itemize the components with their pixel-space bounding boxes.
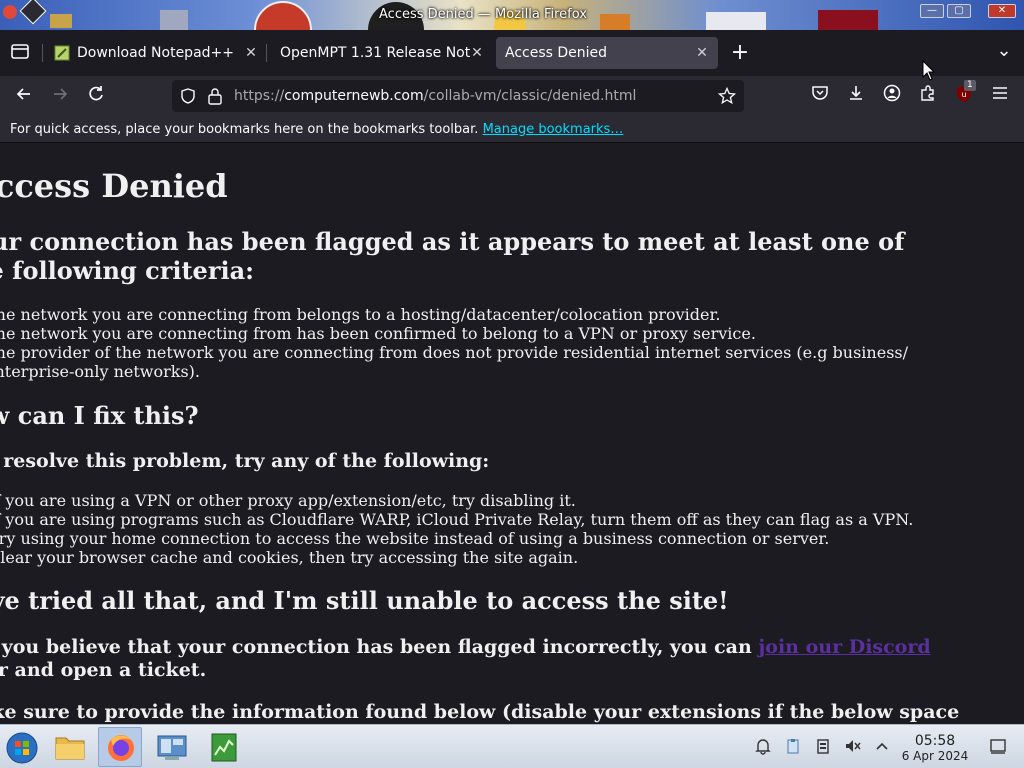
close-tab-icon[interactable]: ✕ bbox=[470, 37, 484, 69]
bookmarks-toolbar: For quick access, place your bookmarks h… bbox=[0, 116, 1024, 143]
clock-time: 05:58 bbox=[914, 733, 956, 749]
taskbar: 05:58 6 Apr 2024 bbox=[0, 724, 1024, 768]
forward-arrow-icon bbox=[54, 88, 68, 100]
tab-strip: Download Notepad++ v8. ✕ OpenMPT 1.31 Re… bbox=[0, 30, 1024, 76]
list-item: The provider of the network you are conn… bbox=[0, 343, 908, 362]
address-bar[interactable]: https://computernewb.com/collab-vm/class… bbox=[172, 80, 744, 112]
page-content: Access Denied Your connection has been f… bbox=[0, 143, 1024, 724]
taskbar-firefox[interactable] bbox=[98, 727, 142, 767]
clipboard-tray-icon[interactable] bbox=[784, 737, 802, 755]
volume-muted-icon[interactable] bbox=[844, 737, 862, 755]
close-tab-icon[interactable]: ✕ bbox=[695, 37, 709, 69]
criteria-list: The network you are connecting from belo… bbox=[0, 305, 925, 381]
taskbar-system-settings[interactable] bbox=[150, 727, 194, 767]
list-item: The network you are connecting from has … bbox=[0, 324, 756, 343]
url-text[interactable]: https://computernewb.com/collab-vm/class… bbox=[234, 88, 636, 104]
bookmarks-hint: For quick access, place your bookmarks h… bbox=[10, 122, 479, 137]
svg-text:u: u bbox=[961, 90, 966, 99]
list-item: The network you are connecting from belo… bbox=[0, 305, 721, 324]
start-button[interactable] bbox=[0, 727, 44, 767]
show-desktop-icon[interactable] bbox=[989, 737, 1007, 755]
still-text: If you believe that your connection has … bbox=[0, 636, 752, 658]
account-icon bbox=[883, 84, 901, 102]
new-tab-button[interactable]: + bbox=[728, 41, 752, 65]
app-menu-button[interactable] bbox=[988, 84, 1012, 108]
list-all-tabs-button[interactable]: ⌄ bbox=[992, 39, 1016, 63]
still-text-line2: server and open a ticket. bbox=[0, 659, 207, 681]
extension-badge: 1 bbox=[964, 80, 976, 91]
account-button[interactable] bbox=[880, 84, 904, 108]
back-button[interactable] bbox=[12, 84, 36, 108]
still-text-line1: If you believe that your connection has … bbox=[0, 636, 931, 659]
puzzle-icon bbox=[921, 85, 934, 101]
taskbar-clock[interactable]: 05:58 6 Apr 2024 bbox=[898, 733, 972, 764]
url-host: computernewb.com bbox=[284, 88, 424, 104]
flagged-heading: Your connection has been flagged as it a… bbox=[0, 227, 905, 285]
mouse-cursor-icon bbox=[922, 60, 936, 81]
list-item: Try using your home connection to access… bbox=[0, 529, 830, 548]
extensions-button[interactable] bbox=[916, 84, 940, 108]
tab-separator bbox=[266, 44, 267, 62]
clock-date: 6 Apr 2024 bbox=[901, 749, 969, 763]
navigation-bar: https://computernewb.com/collab-vm/class… bbox=[0, 76, 1024, 116]
manage-bookmarks-link[interactable]: Manage bookmarks… bbox=[483, 122, 624, 137]
folder-icon bbox=[55, 737, 85, 760]
url-path: /collab-vm/classic/denied.html bbox=[423, 88, 637, 104]
list-item: enterprise-only networks). bbox=[0, 362, 201, 381]
url-prefix: https:// bbox=[234, 88, 285, 104]
download-icon bbox=[850, 86, 862, 100]
fix-intro: To resolve this problem, try any of the … bbox=[0, 450, 490, 472]
fix-heading: How can I fix this? bbox=[0, 401, 199, 430]
tab-label: OpenMPT 1.31 Release Note bbox=[280, 45, 470, 61]
window-titlebar: Access Denied — Mozilla Firefox — ▢ ✕ bbox=[0, 0, 1024, 30]
reload-button[interactable] bbox=[84, 84, 108, 108]
firefox-view-icon[interactable] bbox=[8, 41, 32, 65]
tab-separator bbox=[42, 44, 43, 62]
list-item: If you are using a VPN or other proxy ap… bbox=[0, 491, 576, 510]
firefox-icon bbox=[108, 735, 134, 761]
bookmark-star-icon[interactable] bbox=[718, 87, 736, 105]
tab-label: Access Denied bbox=[505, 45, 608, 61]
tab-notepadpp[interactable]: Download Notepad++ v8. ✕ bbox=[48, 37, 262, 69]
pocket-icon bbox=[812, 86, 828, 100]
notifications-icon[interactable] bbox=[754, 737, 772, 755]
downloads-button[interactable] bbox=[844, 84, 868, 108]
show-hidden-icons-chevron-up-icon[interactable] bbox=[873, 737, 891, 755]
still-heading: I've tried all that, and I'm still unabl… bbox=[0, 586, 729, 615]
close-window-button[interactable]: ✕ bbox=[988, 4, 1016, 18]
hamburger-menu-icon bbox=[993, 87, 1007, 99]
back-arrow-icon bbox=[16, 88, 30, 100]
tracking-protection-shield-icon[interactable] bbox=[180, 88, 196, 104]
taskbar-task-manager[interactable] bbox=[202, 727, 246, 767]
page-heading: Access Denied bbox=[0, 167, 228, 205]
pocket-button[interactable] bbox=[808, 84, 832, 108]
window-title: Access Denied — Mozilla Firefox bbox=[379, 7, 587, 22]
list-item: If you are using programs such as Cloudf… bbox=[0, 510, 914, 529]
ublock-origin-button[interactable]: u 1 bbox=[952, 80, 976, 108]
tab-openmpt[interactable]: OpenMPT 1.31 Release Note ✕ bbox=[270, 37, 488, 69]
list-item: Clear your browser cache and cookies, th… bbox=[0, 548, 579, 567]
provide-info-text: Make sure to provide the information fou… bbox=[0, 701, 960, 723]
close-tab-icon[interactable]: ✕ bbox=[244, 37, 258, 69]
join-discord-link[interactable]: join our Discord bbox=[758, 636, 930, 658]
minimize-button[interactable]: — bbox=[920, 4, 944, 18]
battery-tray-icon[interactable] bbox=[814, 737, 832, 755]
lock-icon[interactable] bbox=[207, 87, 223, 105]
forward-button[interactable] bbox=[48, 84, 72, 108]
system-settings-icon bbox=[157, 735, 187, 760]
tab-access-denied[interactable]: Access Denied ✕ bbox=[496, 37, 718, 69]
tab-label: Download Notepad++ v8. bbox=[77, 45, 237, 61]
notepadpp-favicon-icon bbox=[54, 45, 70, 61]
start-orb-icon bbox=[6, 732, 38, 764]
fix-list: If you are using a VPN or other proxy ap… bbox=[0, 491, 1024, 567]
taskbar-file-manager[interactable] bbox=[48, 727, 92, 767]
maximize-button[interactable]: ▢ bbox=[947, 4, 971, 18]
reload-icon bbox=[89, 86, 103, 101]
task-manager-icon bbox=[211, 733, 237, 762]
